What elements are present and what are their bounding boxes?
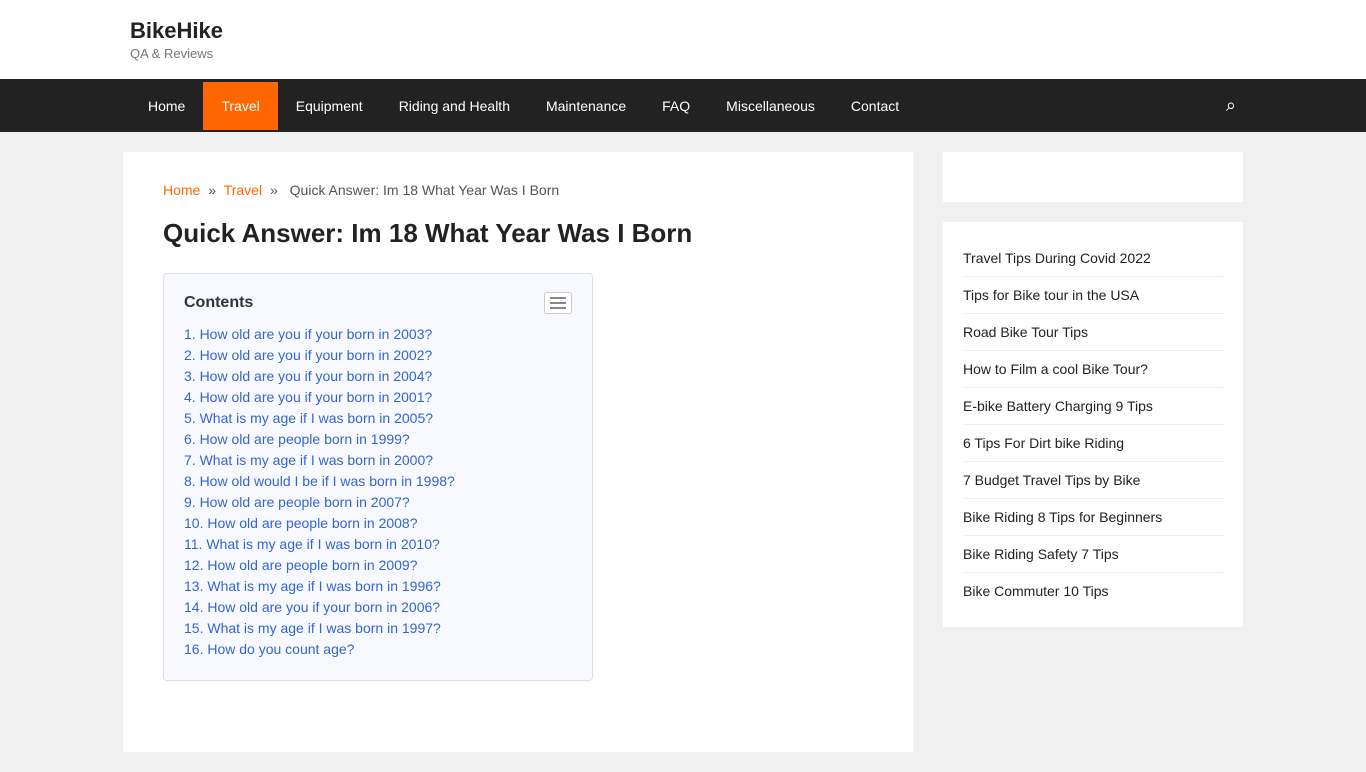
sidebar-link[interactable]: Bike Riding Safety 7 Tips <box>963 536 1223 573</box>
site-title: BikeHike <box>130 18 1236 44</box>
sidebar-links-widget: Travel Tips During Covid 2022Tips for Bi… <box>943 222 1243 627</box>
toc-item: 7. What is my age if I was born in 2000? <box>184 452 572 469</box>
article-title: Quick Answer: Im 18 What Year Was I Born <box>163 218 873 249</box>
nav-travel[interactable]: Travel <box>203 82 277 130</box>
toc-item: 5. What is my age if I was born in 2005? <box>184 410 572 427</box>
toc-item: 6. How old are people born in 1999? <box>184 431 572 448</box>
nav-riding-health[interactable]: Riding and Health <box>381 82 528 130</box>
sidebar-link[interactable]: Road Bike Tour Tips <box>963 314 1223 351</box>
breadcrumb-sep1: » <box>208 182 216 198</box>
breadcrumb-home[interactable]: Home <box>163 182 200 198</box>
sidebar-ad-widget <box>943 152 1243 202</box>
toc-item: 15. What is my age if I was born in 1997… <box>184 620 572 637</box>
sidebar-link[interactable]: How to Film a cool Bike Tour? <box>963 351 1223 388</box>
toc-toggle[interactable] <box>544 292 572 314</box>
sidebar: Travel Tips During Covid 2022Tips for Bi… <box>943 152 1243 752</box>
toc-item: 10. How old are people born in 2008? <box>184 515 572 532</box>
nav-equipment[interactable]: Equipment <box>278 82 381 130</box>
toc-item: 11. What is my age if I was born in 2010… <box>184 536 572 553</box>
toc-link[interactable]: 2. How old are you if your born in 2002? <box>184 347 432 363</box>
toc-link[interactable]: 6. How old are people born in 1999? <box>184 431 410 447</box>
toc-link[interactable]: 10. How old are people born in 2008? <box>184 515 418 531</box>
nav-faq[interactable]: FAQ <box>644 82 708 130</box>
toc-item: 1. How old are you if your born in 2003? <box>184 326 572 343</box>
toc-item: 14. How old are you if your born in 2006… <box>184 599 572 616</box>
toc-link[interactable]: 7. What is my age if I was born in 2000? <box>184 452 433 468</box>
toc-link[interactable]: 4. How old are you if your born in 2001? <box>184 389 432 405</box>
toc-item: 12. How old are people born in 2009? <box>184 557 572 574</box>
toc-item: 8. How old would I be if I was born in 1… <box>184 473 572 490</box>
toc-item: 3. How old are you if your born in 2004? <box>184 368 572 385</box>
sidebar-link[interactable]: Tips for Bike tour in the USA <box>963 277 1223 314</box>
main-content: Home » Travel » Quick Answer: Im 18 What… <box>123 152 913 752</box>
toc-link[interactable]: 9. How old are people born in 2007? <box>184 494 410 510</box>
sidebar-link[interactable]: Bike Riding 8 Tips for Beginners <box>963 499 1223 536</box>
sidebar-link[interactable]: 7 Budget Travel Tips by Bike <box>963 462 1223 499</box>
main-nav: Home Travel Equipment Riding and Health … <box>0 79 1366 132</box>
toc-link[interactable]: 11. What is my age if I was born in 2010… <box>184 536 440 552</box>
breadcrumb: Home » Travel » Quick Answer: Im 18 What… <box>163 182 873 198</box>
search-icon[interactable]: ⌕ <box>1226 79 1236 132</box>
nav-contact[interactable]: Contact <box>833 82 917 130</box>
toc-link[interactable]: 16. How do you count age? <box>184 641 354 657</box>
toc-list: 1. How old are you if your born in 2003?… <box>184 326 572 658</box>
breadcrumb-current: Quick Answer: Im 18 What Year Was I Born <box>290 182 559 198</box>
toc-item: 13. What is my age if I was born in 1996… <box>184 578 572 595</box>
toc-link[interactable]: 15. What is my age if I was born in 1997… <box>184 620 441 636</box>
toc-item: 2. How old are you if your born in 2002? <box>184 347 572 364</box>
breadcrumb-travel[interactable]: Travel <box>224 182 262 198</box>
toc-link[interactable]: 12. How old are people born in 2009? <box>184 557 418 573</box>
nav-home[interactable]: Home <box>130 82 203 130</box>
sidebar-link-list: Travel Tips During Covid 2022Tips for Bi… <box>943 222 1243 627</box>
toc-link[interactable]: 13. What is my age if I was born in 1996… <box>184 578 441 594</box>
toc-item: 4. How old are you if your born in 2001? <box>184 389 572 406</box>
table-of-contents: Contents 1. How old are you if your born… <box>163 273 593 681</box>
nav-maintenance[interactable]: Maintenance <box>528 82 644 130</box>
toc-link[interactable]: 1. How old are you if your born in 2003? <box>184 326 432 342</box>
nav-miscellaneous[interactable]: Miscellaneous <box>708 82 833 130</box>
site-subtitle: QA & Reviews <box>130 46 1236 61</box>
toc-link[interactable]: 14. How old are you if your born in 2006… <box>184 599 440 615</box>
sidebar-link[interactable]: E-bike Battery Charging 9 Tips <box>963 388 1223 425</box>
sidebar-link[interactable]: Travel Tips During Covid 2022 <box>963 240 1223 277</box>
sidebar-link[interactable]: 6 Tips For Dirt bike Riding <box>963 425 1223 462</box>
toc-link[interactable]: 5. What is my age if I was born in 2005? <box>184 410 433 426</box>
sidebar-link[interactable]: Bike Commuter 10 Tips <box>963 573 1223 609</box>
toc-link[interactable]: 3. How old are you if your born in 2004? <box>184 368 432 384</box>
toc-link[interactable]: 8. How old would I be if I was born in 1… <box>184 473 455 489</box>
breadcrumb-sep2: » <box>270 182 278 198</box>
toc-title: Contents <box>184 294 253 312</box>
toc-item: 9. How old are people born in 2007? <box>184 494 572 511</box>
toc-item: 16. How do you count age? <box>184 641 572 658</box>
